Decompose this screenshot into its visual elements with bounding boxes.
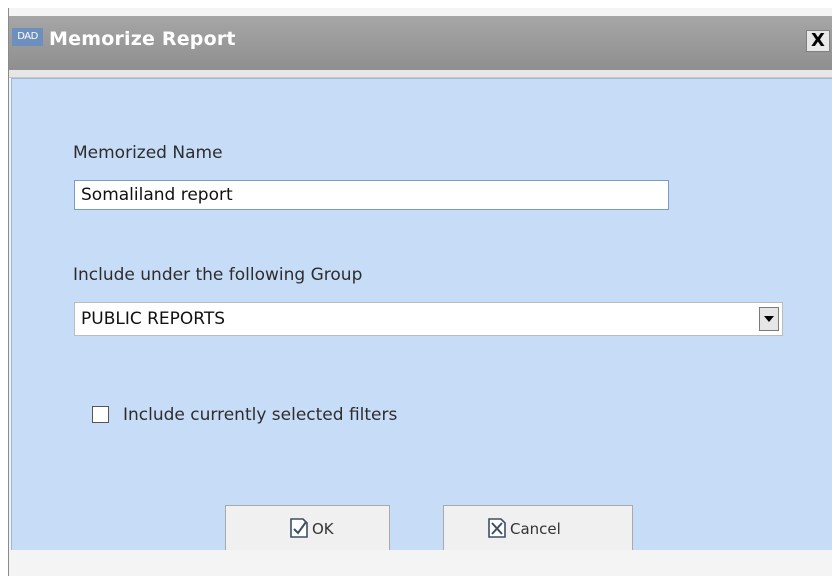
include-filters-label[interactable]: Include currently selected filters xyxy=(123,405,397,425)
group-select-value: PUBLIC REPORTS xyxy=(81,309,226,329)
dialog-footer-strip xyxy=(9,550,832,576)
title-bar-fill: DAD Memorize Report X xyxy=(9,16,832,70)
memorized-name-input[interactable] xyxy=(74,180,669,210)
memorize-report-dialog: DAD Memorize Report X Memorized Name Inc… xyxy=(8,8,832,576)
close-icon: X xyxy=(811,30,825,51)
group-select[interactable]: PUBLIC REPORTS xyxy=(74,302,783,336)
chevron-down-icon[interactable] xyxy=(759,307,779,331)
include-filters-checkbox[interactable] xyxy=(92,406,109,423)
group-label: Include under the following Group xyxy=(73,265,363,285)
check-document-icon xyxy=(290,518,308,538)
cancel-button-label: Cancel xyxy=(510,520,561,538)
dialog-body: Memorized Name Include under the followi… xyxy=(11,78,832,551)
app-icon: DAD xyxy=(12,28,43,46)
x-document-icon xyxy=(488,518,506,538)
ok-button[interactable]: OK xyxy=(225,505,390,551)
ok-button-label: OK xyxy=(312,520,334,538)
memorized-name-label: Memorized Name xyxy=(73,143,223,163)
close-button[interactable]: X xyxy=(806,30,830,52)
dialog-title: Memorize Report xyxy=(49,28,236,50)
cancel-button[interactable]: Cancel xyxy=(443,505,633,551)
title-bar: DAD Memorize Report X xyxy=(9,16,832,78)
